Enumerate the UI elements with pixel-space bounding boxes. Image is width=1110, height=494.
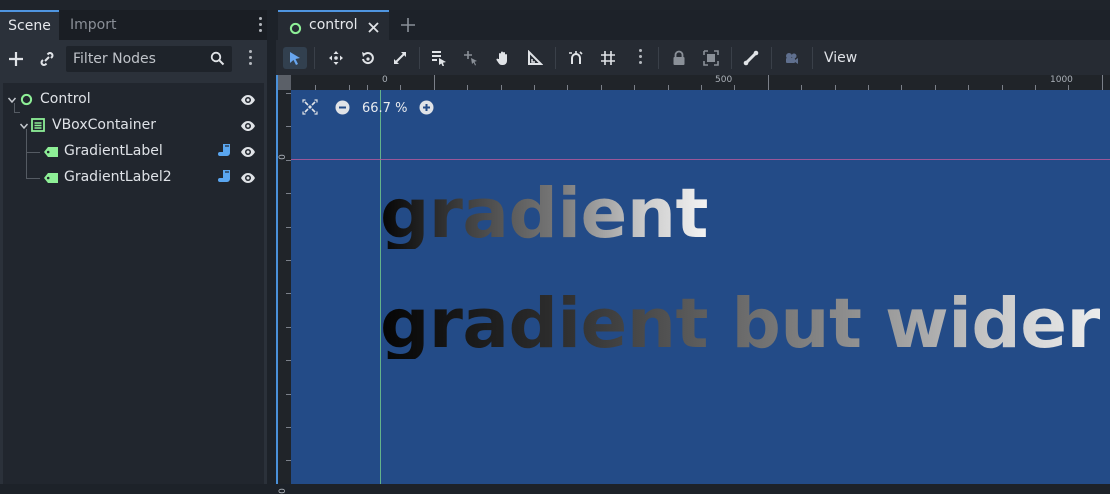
tree-item-gradientlabel[interactable]: GradientLabel — [3, 139, 264, 165]
close-icon[interactable] — [367, 19, 380, 38]
horizontal-ruler[interactable]: 0 500 1000 — [291, 75, 1110, 90]
scene-tree: Control VBoxContainer GradientLabel Grad… — [3, 83, 264, 484]
instance-scene-link-icon[interactable] — [36, 48, 58, 70]
tree-item-label: Control — [40, 91, 91, 107]
view-menu-button[interactable]: View — [824, 47, 857, 69]
ruler-tick — [1101, 75, 1103, 90]
control-node-icon — [289, 20, 302, 39]
vertical-ruler[interactable]: 0 0 — [278, 90, 291, 494]
toolbar-separator — [555, 47, 556, 69]
smart-snap-icon[interactable] — [564, 47, 588, 69]
canvas-viewport[interactable]: 0 500 1000 0 0 66.7 % gradient gradient … — [276, 75, 1110, 494]
tab-import[interactable]: Import — [70, 10, 116, 40]
pan-hand-icon[interactable] — [491, 47, 515, 69]
rotate-mode-icon[interactable] — [356, 47, 380, 69]
camera-override-icon[interactable] — [779, 47, 803, 69]
ruler-tick — [433, 75, 435, 90]
scene-tabbar: control — [276, 10, 1110, 41]
toolbar-separator — [419, 47, 420, 69]
vbox-container-icon — [31, 118, 45, 136]
label-node-icon — [43, 172, 59, 188]
select-mode-icon[interactable] — [283, 47, 307, 69]
pivot-mode-icon[interactable] — [459, 47, 483, 69]
control-node-icon — [20, 93, 33, 110]
scale-mode-icon[interactable] — [388, 47, 412, 69]
canvas-2d[interactable]: 66.7 % gradient gradient but wider — [291, 90, 1110, 484]
search-icon — [210, 51, 225, 70]
lock-icon[interactable] — [667, 47, 691, 69]
gradient-label-2[interactable]: gradient but wider — [380, 290, 1101, 359]
toolbar-separator — [731, 47, 732, 69]
snap-options-menu-icon[interactable] — [628, 47, 652, 69]
toolbar-separator — [812, 47, 813, 69]
grid-snap-icon[interactable] — [596, 47, 620, 69]
dock-splitter[interactable] — [267, 10, 276, 484]
tree-item-label: VBoxContainer — [52, 117, 157, 133]
ruler-corner[interactable] — [278, 75, 291, 90]
visibility-eye-icon[interactable] — [240, 118, 256, 138]
zoom-reset-icon[interactable] — [302, 99, 318, 119]
tree-item-label: GradientLabel2 — [64, 169, 172, 185]
ruler-label: 1000 — [1050, 75, 1073, 85]
tree-item-gradientlabel2[interactable]: GradientLabel2 — [3, 165, 264, 191]
visibility-eye-icon[interactable] — [240, 144, 256, 164]
toolbar-separator — [771, 47, 772, 69]
toolbar-separator — [314, 47, 315, 69]
ruler-label: 0 — [382, 75, 388, 85]
dock-menu-icon[interactable] — [255, 17, 265, 35]
scene-dock-body: Control VBoxContainer — [0, 40, 267, 484]
scene-dock: Scene Import Filter Nodes Control VBoxCo… — [0, 10, 267, 484]
ruler-mode-icon[interactable] — [523, 47, 547, 69]
add-node-icon[interactable] — [5, 48, 27, 70]
skeleton-bone-icon[interactable] — [739, 47, 763, 69]
collapse-arrow-icon[interactable] — [7, 93, 17, 109]
move-mode-icon[interactable] — [324, 47, 348, 69]
title-strip — [0, 0, 1110, 10]
zoom-level[interactable]: 66.7 % — [362, 101, 407, 116]
tree-item-control[interactable]: Control — [3, 87, 264, 113]
zoom-out-icon[interactable] — [335, 100, 350, 119]
gradient-label-1[interactable]: gradient — [380, 180, 708, 249]
tree-item-vboxcontainer[interactable]: VBoxContainer — [3, 113, 264, 139]
zoom-in-icon[interactable] — [419, 100, 434, 119]
script-icon[interactable] — [218, 169, 232, 189]
tree-item-label: GradientLabel — [64, 143, 163, 159]
scene-tab-control[interactable]: control — [278, 10, 389, 41]
x-axis-origin-line — [291, 159, 1110, 160]
canvas-toolbar: View — [276, 41, 1110, 75]
add-scene-tab-icon[interactable] — [400, 17, 416, 37]
visibility-eye-icon[interactable] — [240, 92, 256, 112]
filter-nodes-field[interactable] — [66, 46, 232, 72]
ruler-label: 0 — [277, 488, 288, 494]
collapse-arrow-icon[interactable] — [19, 119, 29, 135]
tab-scene[interactable]: Scene — [0, 10, 59, 40]
filter-nodes-input[interactable] — [67, 47, 205, 71]
label-node-icon — [43, 146, 59, 162]
toolbar-separator — [658, 47, 659, 69]
list-select-icon[interactable] — [427, 47, 451, 69]
group-icon[interactable] — [699, 47, 723, 69]
scene-tab-label: control — [309, 17, 358, 33]
script-icon[interactable] — [218, 143, 232, 163]
ruler-label: 500 — [715, 75, 733, 85]
main-editor: control View 0 500 1000 0 0 66.7 % gradi… — [276, 10, 1110, 494]
ruler-tick — [767, 75, 769, 90]
dock-tabbar: Scene Import — [0, 10, 267, 40]
scene-menu-icon[interactable] — [239, 48, 261, 70]
visibility-eye-icon[interactable] — [240, 170, 256, 190]
